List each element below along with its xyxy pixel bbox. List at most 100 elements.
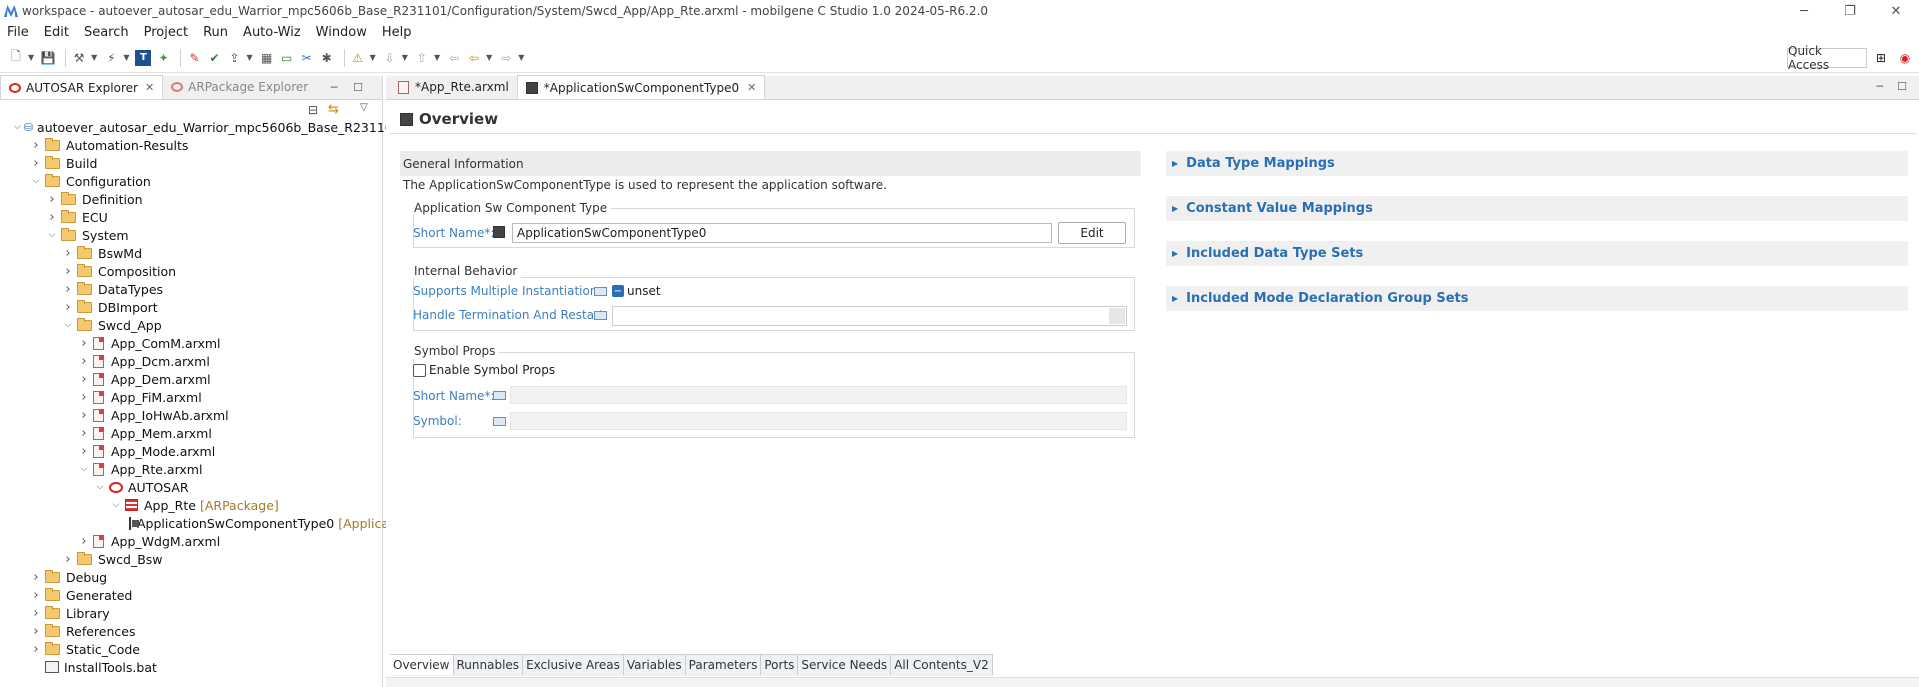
tree-item[interactable]: › App_WdgM.arxml [0, 532, 382, 550]
tree-item[interactable]: › Generated [0, 586, 382, 604]
included-mode-declaration-group-sets-section[interactable]: ▶ Included Mode Declaration Group Sets [1166, 286, 1908, 311]
expand-icon[interactable]: › [30, 156, 42, 171]
next-annotation-dropdown-icon[interactable]: ▼ [402, 53, 408, 62]
autosar-perspective-icon[interactable]: ◉ [1895, 48, 1915, 68]
menu-window[interactable]: Window [316, 25, 367, 40]
new-dropdown-icon[interactable]: ▼ [28, 53, 34, 62]
minimize-button[interactable]: ─ [1781, 0, 1827, 22]
link-editor-icon[interactable]: ⇆ [328, 102, 339, 117]
sparkle-icon[interactable]: ✦ [155, 50, 171, 66]
tree-item[interactable]: ⌵ System [0, 226, 382, 244]
collapse-icon[interactable]: ⌵ [110, 500, 122, 510]
tree-item[interactable]: › ECU [0, 208, 382, 226]
back-dropdown-icon[interactable]: ▼ [486, 53, 492, 62]
validate-icon[interactable]: ✎ [186, 50, 202, 66]
tree-item[interactable]: InstallTools.bat [0, 658, 382, 676]
handle-termination-select[interactable] [612, 306, 1127, 326]
expand-icon[interactable]: › [78, 408, 90, 423]
data-type-mappings-section[interactable]: ▶ Data Type Mappings [1166, 151, 1908, 176]
expand-icon[interactable]: › [46, 192, 58, 207]
minimize-icon[interactable]: ─ [1876, 80, 1883, 93]
expand-icon[interactable]: › [62, 282, 74, 297]
check-icon[interactable]: ✔ [206, 50, 222, 66]
expand-icon[interactable]: › [62, 552, 74, 567]
menu-help[interactable]: Help [382, 25, 412, 40]
included-data-type-sets-section[interactable]: ▶ Included Data Type Sets [1166, 241, 1908, 266]
debug-icon[interactable]: ✱ [319, 50, 335, 66]
expand-icon[interactable]: › [30, 138, 42, 153]
maximize-icon[interactable]: ☐ [352, 81, 364, 94]
tab-app-rte-arxml[interactable]: *App_Rte.arxml [390, 75, 517, 99]
forward-dropdown-icon[interactable]: ▼ [518, 53, 524, 62]
tree-item[interactable]: › App_Mode.arxml [0, 442, 382, 460]
tree-item[interactable]: ⌵ App_Rte.arxml [0, 460, 382, 478]
expand-icon[interactable]: › [30, 642, 42, 657]
horizontal-scrollbar[interactable] [386, 677, 1919, 687]
tree-item[interactable]: › Debug [0, 568, 382, 586]
tab-service-needs[interactable]: Service Needs [798, 655, 892, 675]
tree-item[interactable]: › Swcd_Bsw [0, 550, 382, 568]
restore-button[interactable]: ❐ [1827, 0, 1873, 22]
tree-item[interactable]: › DataTypes [0, 280, 382, 298]
tree-item[interactable]: › Static_Code [0, 640, 382, 658]
next-annotation-icon[interactable]: ⇩ [382, 50, 398, 66]
tree-item[interactable]: › Automation-Results [0, 136, 382, 154]
expand-icon[interactable]: › [30, 570, 42, 585]
tree-item[interactable]: › App_Dem.arxml [0, 370, 382, 388]
open-perspective-icon[interactable]: ⊞ [1871, 48, 1891, 68]
expand-icon[interactable]: › [46, 210, 58, 225]
tools-icon[interactable]: ✂ [299, 50, 315, 66]
tree-item[interactable]: › BswMd [0, 244, 382, 262]
expand-icon[interactable]: › [78, 426, 90, 441]
text-icon[interactable]: T [135, 49, 152, 66]
tree-item[interactable]: › App_Dcm.arxml [0, 352, 382, 370]
menu-run[interactable]: Run [203, 25, 228, 40]
collapse-all-icon[interactable]: ⊟ [308, 103, 318, 117]
menu-search[interactable]: Search [84, 25, 129, 40]
edit-button[interactable]: Edit [1058, 222, 1126, 244]
expand-icon[interactable]: › [30, 624, 42, 639]
tree-item[interactable]: › Definition [0, 190, 382, 208]
expand-icon[interactable]: › [62, 264, 74, 279]
quick-access-field[interactable]: Quick Access [1787, 44, 1867, 72]
save-icon[interactable]: 💾 [40, 50, 56, 66]
tab-all-contents-v2[interactable]: All Contents_V2 [891, 655, 993, 675]
tree-item[interactable]: ⌵ Configuration [0, 172, 382, 190]
collapse-icon[interactable]: ⌵ [14, 122, 21, 132]
last-edit-icon[interactable]: ⇦ [446, 50, 462, 66]
tree-item[interactable]: › References [0, 622, 382, 640]
wizard-dropdown-icon[interactable]: ▼ [123, 53, 129, 62]
multi-instantiation-checkbox[interactable]: − [612, 285, 624, 297]
tab-ports[interactable]: Ports [761, 655, 799, 675]
maximize-icon[interactable]: ☐ [1897, 80, 1907, 93]
enable-symbol-props-checkbox[interactable] [413, 364, 426, 377]
expand-icon[interactable]: › [78, 354, 90, 369]
build-dropdown-icon[interactable]: ▼ [91, 53, 97, 62]
menu-edit[interactable]: Edit [44, 25, 69, 40]
expand-icon[interactable]: › [30, 588, 42, 603]
expand-icon[interactable]: › [78, 336, 90, 351]
back-icon[interactable]: ⇦ [466, 50, 482, 66]
close-button[interactable]: ✕ [1873, 0, 1919, 22]
tree-item[interactable]: ⌵ AUTOSAR [0, 478, 382, 496]
expand-icon[interactable]: › [78, 390, 90, 405]
expand-icon[interactable]: › [30, 606, 42, 621]
collapse-icon[interactable]: ⌵ [78, 464, 90, 474]
tree-item[interactable]: › Build [0, 154, 382, 172]
close-icon[interactable]: ✕ [747, 81, 756, 94]
tree-item[interactable]: › App_IoHwAb.arxml [0, 406, 382, 424]
expand-icon[interactable]: › [78, 534, 90, 549]
new-icon[interactable]: 🗋 [8, 49, 24, 66]
menu-project[interactable]: Project [144, 25, 188, 40]
prev-annotation-icon[interactable]: ⇧ [414, 50, 430, 66]
close-icon[interactable]: ✕ [145, 81, 154, 94]
select-dropdown-icon[interactable] [1109, 308, 1125, 324]
collapse-icon[interactable]: ⌵ [62, 320, 74, 330]
tree-item[interactable]: › App_ComM.arxml [0, 334, 382, 352]
forward-icon[interactable]: ⇨ [498, 50, 514, 66]
collapse-icon[interactable]: ⌵ [46, 230, 58, 240]
tab-autosar-explorer[interactable]: AUTOSAR Explorer ✕ [0, 75, 164, 99]
minimize-icon[interactable]: ─ [328, 81, 340, 94]
tab-arpackage-explorer[interactable]: ARPackage Explorer [163, 75, 316, 99]
tree-item[interactable]: ⌵ App_Rte [ARPackage] [0, 496, 382, 514]
